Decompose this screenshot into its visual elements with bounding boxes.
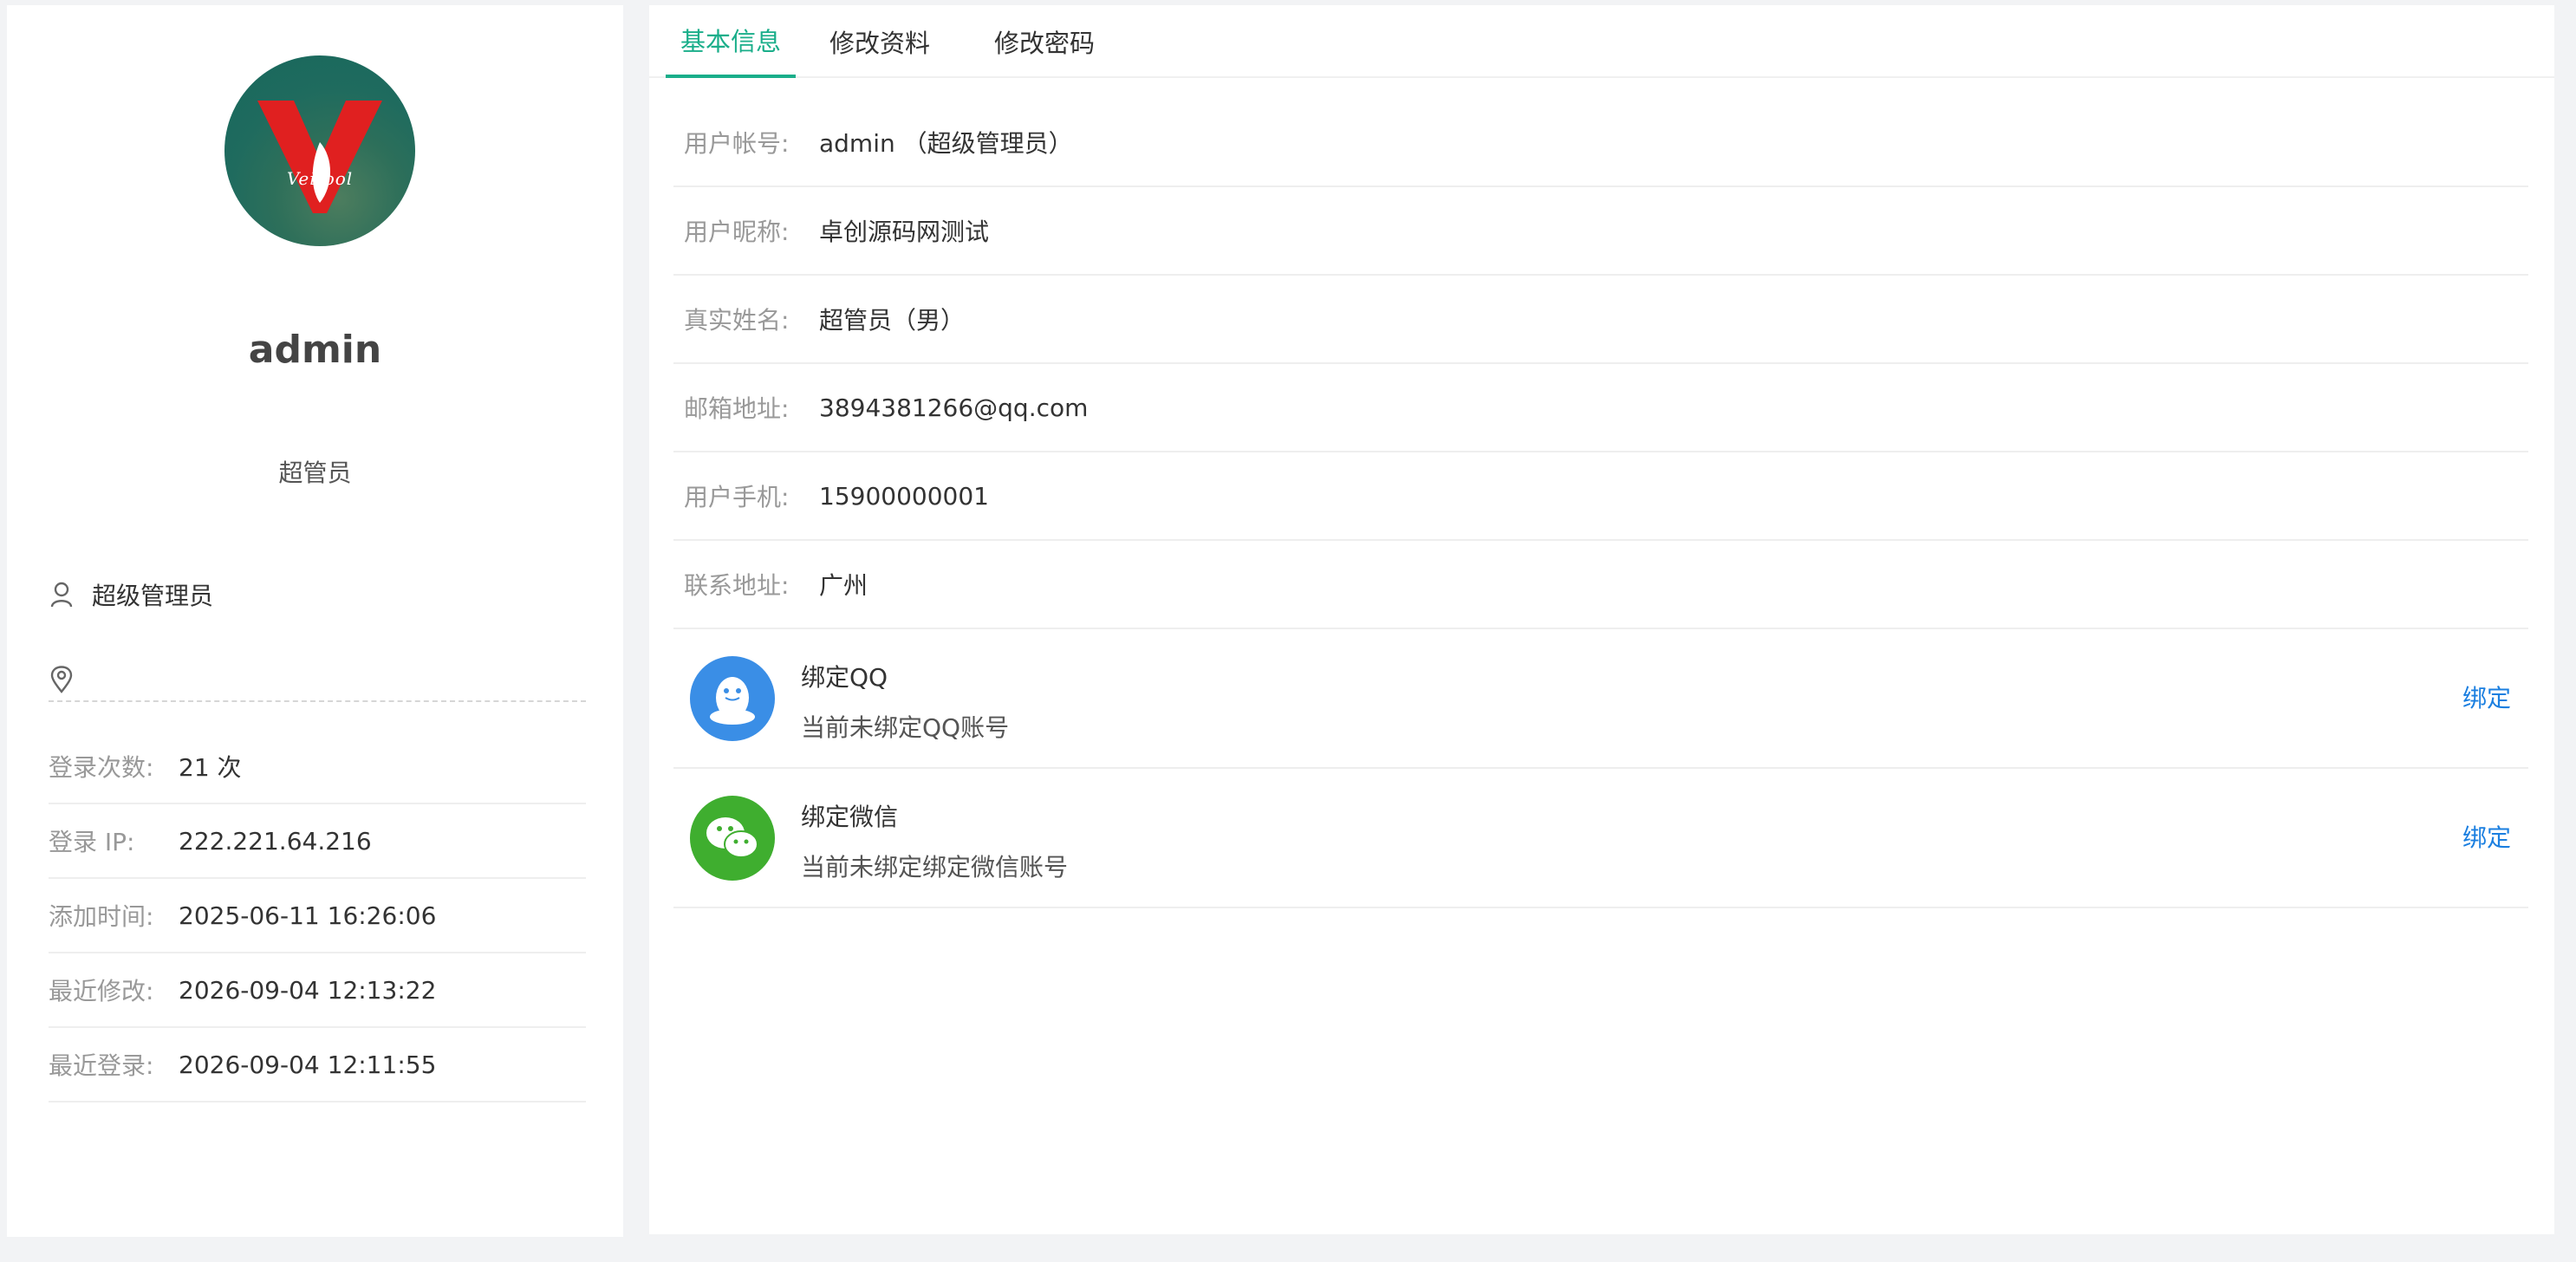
stat-last-modified: 最近修改: 2026-09-04 12:13:22 — [49, 953, 586, 1028]
field-label: 用户昵称: — [684, 218, 790, 246]
field-value: 15900000001 — [819, 481, 989, 511]
field-label: 真实姓名: — [684, 306, 790, 335]
field-row-address: 联系地址: 广州 — [673, 541, 2528, 629]
field-label: 用户帐号: — [684, 129, 790, 158]
field-value: admin （超级管理员） — [819, 129, 1073, 158]
stat-value: 2026-09-04 12:13:22 — [179, 975, 437, 1005]
tab-bar: 基本信息 修改资料 修改密码 — [649, 5, 2554, 78]
stat-label: 登录次数: — [49, 753, 154, 782]
stat-created-time: 添加时间: 2025-06-11 16:26:06 — [49, 879, 586, 953]
stat-value: 2025-06-11 16:26:06 — [179, 901, 437, 930]
bind-wechat-desc: 当前未绑定绑定微信账号 — [801, 853, 1069, 881]
user-profile-page: Veitool admin 超管员 超级管理员 登录次数: 21 次 登录 IP… — [0, 0, 2576, 1262]
stat-login-ip: 登录 IP: 222.221.64.216 — [49, 804, 586, 879]
field-label: 用户手机: — [684, 483, 790, 511]
field-row-email: 邮箱地址: 3894381266@qq.com — [673, 364, 2528, 452]
field-row-account: 用户帐号: admin （超级管理员） — [673, 99, 2528, 187]
wechat-icon — [690, 796, 775, 881]
profile-department: 超级管理员 — [49, 574, 586, 615]
stat-value: 222.221.64.216 — [179, 826, 372, 855]
avatar-logo-text: Veitool — [286, 168, 354, 189]
tab-basic-info[interactable]: 基本信息 — [666, 5, 796, 78]
profile-card: Veitool admin 超管员 超级管理员 登录次数: 21 次 登录 IP… — [7, 5, 623, 1237]
stat-label: 登录 IP: — [49, 828, 135, 856]
bind-qq-button[interactable]: 绑定 — [2462, 680, 2511, 714]
field-row-nickname: 用户昵称: 卓创源码网测试 — [673, 187, 2528, 276]
profile-name: admin — [248, 328, 382, 372]
stat-label: 最近修改: — [49, 977, 154, 1005]
profile-location — [49, 659, 586, 702]
stat-value: 2026-09-04 12:11:55 — [179, 1050, 437, 1079]
field-label: 联系地址: — [684, 571, 790, 600]
bind-wechat-title: 绑定微信 — [801, 803, 899, 831]
user-icon — [49, 580, 75, 609]
field-value: 广州 — [819, 571, 868, 600]
field-value: 3894381266@qq.com — [819, 393, 1089, 422]
department-text: 超级管理员 — [92, 582, 214, 610]
qq-icon — [690, 656, 775, 741]
bind-row-qq: 绑定QQ 当前未绑定QQ账号 绑定 — [673, 629, 2528, 769]
bind-row-wechat: 绑定微信 当前未绑定绑定微信账号 绑定 — [673, 769, 2528, 908]
bind-wechat-button[interactable]: 绑定 — [2462, 819, 2511, 854]
field-label: 邮箱地址: — [684, 394, 790, 423]
stat-label: 最近登录: — [49, 1051, 154, 1080]
stat-label: 添加时间: — [49, 902, 154, 931]
bind-qq-title: 绑定QQ — [801, 663, 888, 692]
tab-edit-profile[interactable]: 修改资料 — [819, 5, 940, 78]
stat-value: 21 次 — [179, 753, 242, 782]
stat-login-count: 登录次数: 21 次 — [49, 730, 586, 804]
location-pin-icon — [49, 665, 75, 694]
avatar: Veitool — [224, 55, 415, 246]
veitool-logo — [257, 101, 382, 213]
stat-last-login: 最近登录: 2026-09-04 12:11:55 — [49, 1028, 586, 1103]
bind-qq-desc: 当前未绑定QQ账号 — [801, 713, 1010, 742]
field-value: 超管员（男） — [819, 306, 966, 335]
field-row-phone: 用户手机: 15900000001 — [673, 452, 2528, 541]
field-value: 卓创源码网测试 — [819, 218, 990, 246]
tab-change-password[interactable]: 修改密码 — [984, 5, 1105, 78]
main-card: 基本信息 修改资料 修改密码 用户帐号: admin （超级管理员） 用户昵称:… — [649, 5, 2554, 1234]
field-row-real-name: 真实姓名: 超管员（男） — [673, 276, 2528, 364]
profile-role: 超管员 — [278, 459, 352, 487]
